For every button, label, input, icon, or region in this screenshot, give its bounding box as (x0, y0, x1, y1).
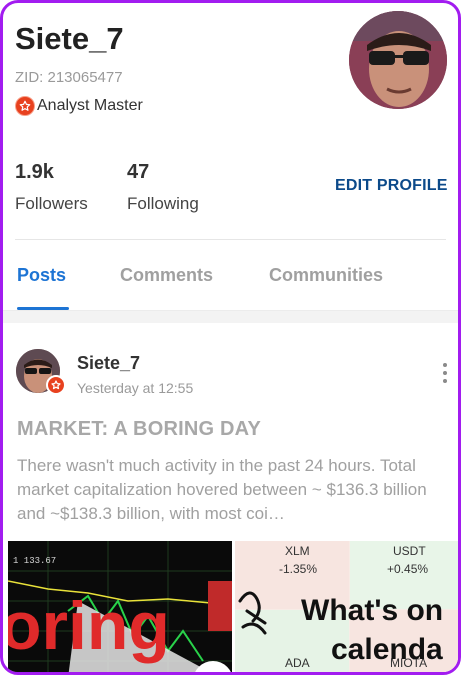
badge-label: Analyst Master (37, 97, 143, 114)
profile-avatar[interactable] (349, 11, 447, 109)
edit-profile-button[interactable]: EDIT PROFILE (335, 177, 448, 195)
profile-zid: ZID: 213065477 (15, 69, 123, 86)
tile-symbol-xlm: XLM (285, 544, 310, 558)
profile-tabs: Posts Comments Communities (3, 253, 458, 311)
post-timestamp: Yesterday at 12:55 (77, 380, 194, 396)
profile-screen: Siete_7 ZID: 213065477 Analyst Master 1.… (0, 0, 461, 675)
profile-username: Siete_7 (15, 21, 124, 56)
tile-symbol-ada: ADA (285, 656, 310, 670)
post-image-chart[interactable]: 1 133.67 oring (8, 541, 232, 672)
profile-badge: Analyst Master (15, 96, 143, 116)
tab-comments[interactable]: Comments (120, 265, 213, 286)
post-title[interactable]: MARKET: A BORING DAY (17, 418, 261, 441)
following-label: Following (127, 194, 199, 213)
tile-change-xlm: -1.35% (279, 562, 317, 576)
followers-count: 1.9k (15, 161, 54, 183)
star-badge-icon (15, 96, 35, 116)
followers-label: Followers (15, 194, 88, 213)
post-image-calendar[interactable]: XLM -1.35% USDT +0.45% ADA MIOTA What's … (235, 541, 458, 672)
tile-change-usdt: +0.45% (387, 562, 428, 576)
followers-stat[interactable]: 1.9k Followers (15, 161, 88, 214)
post-body[interactable]: There wasn't much activity in the past 2… (17, 454, 449, 526)
tab-communities[interactable]: Communities (269, 265, 383, 286)
image-headline-line1: What's on (301, 594, 443, 627)
following-count: 47 (127, 161, 150, 183)
tab-posts[interactable]: Posts (17, 265, 66, 286)
feed-separator (3, 311, 458, 323)
post-author-avatar[interactable] (16, 349, 66, 395)
tile-symbol-usdt: USDT (393, 544, 426, 558)
following-stat[interactable]: 47 Following (127, 161, 199, 214)
post-author-name[interactable]: Siete_7 (77, 353, 140, 374)
star-badge-icon (46, 375, 66, 395)
image-headline-line2: calenda (331, 633, 443, 666)
image-overlay-text: oring (8, 588, 170, 664)
divider (15, 239, 446, 240)
chart-price-label: 1 133.67 (13, 556, 56, 566)
more-vertical-icon[interactable] (439, 363, 451, 389)
